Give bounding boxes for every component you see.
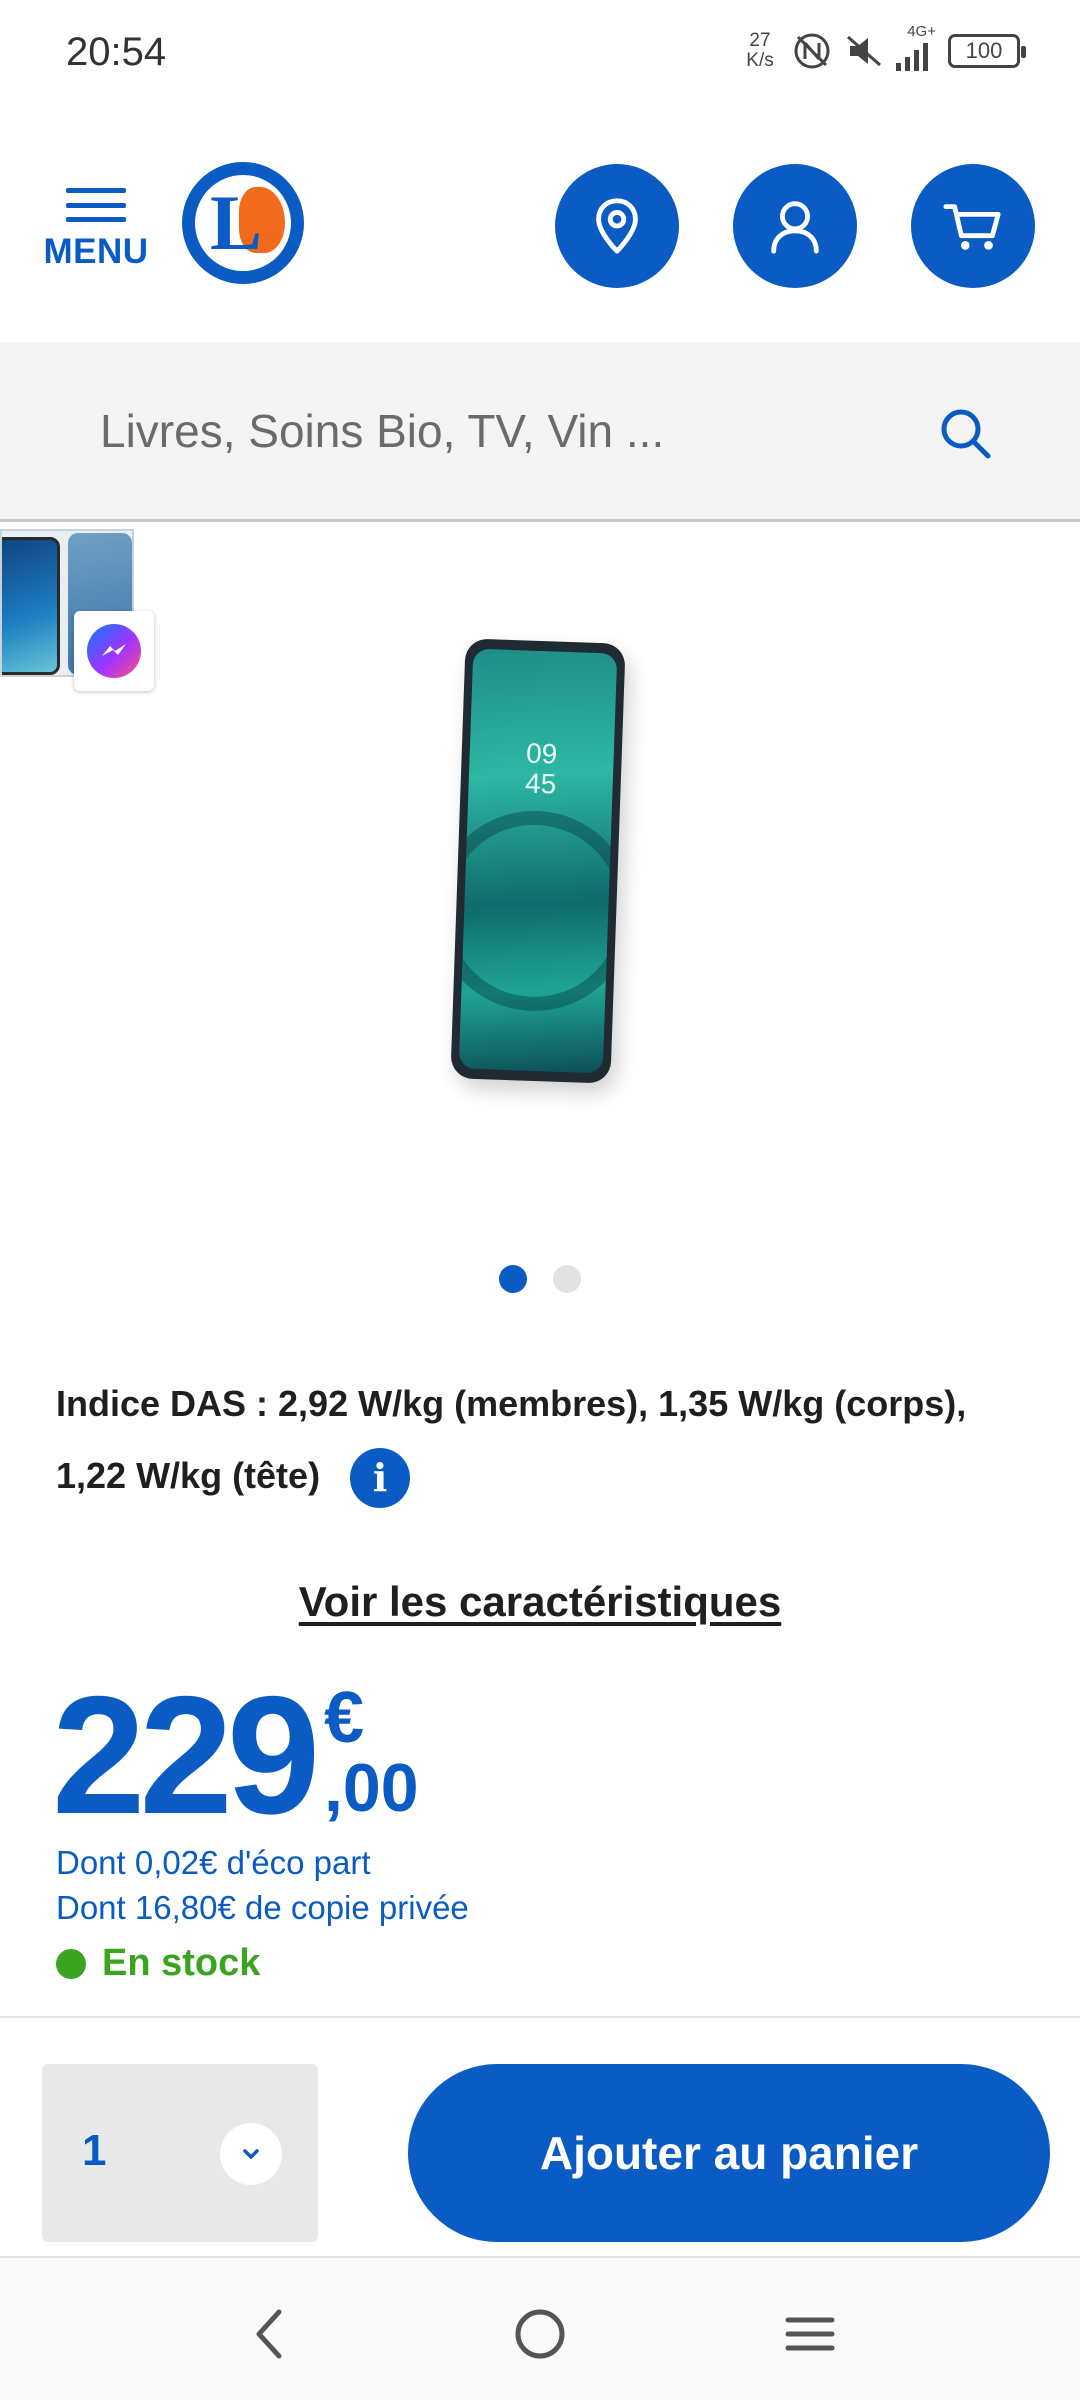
- menu-label: MENU: [43, 232, 149, 271]
- messenger-share-button[interactable]: [74, 611, 154, 691]
- phone-screen-clock: 09 45: [468, 737, 614, 802]
- user-icon: [771, 201, 819, 254]
- nfc-icon: [794, 33, 830, 69]
- network-type: 4G+: [907, 23, 936, 40]
- stock-dot-icon: [56, 1948, 86, 1979]
- carousel-indicator: [0, 1265, 1080, 1295]
- stock-status: En stock: [56, 1942, 260, 1985]
- battery-level: 100: [965, 38, 1003, 63]
- add-to-cart-button[interactable]: Ajouter au panier: [408, 2064, 1050, 2242]
- das-info: Indice DAS : 2,92 W/kg (membres), 1,35 W…: [56, 1368, 986, 1512]
- carousel-dot[interactable]: [553, 1265, 581, 1293]
- battery-icon: 100: [948, 34, 1026, 68]
- signal-icon: 4G+: [896, 23, 936, 71]
- price-currency: €: [324, 1678, 365, 1758]
- brand-logo[interactable]: L: [182, 162, 304, 284]
- status-icons: 27 K/s 4G+ 100: [740, 23, 1026, 76]
- private-copy-text: Dont 16,80€ de copie privée: [56, 1889, 469, 1926]
- back-icon: [256, 2309, 282, 2359]
- specs-link[interactable]: Voir les caractéristiques: [0, 1578, 1080, 1626]
- menu-button[interactable]: MENU: [40, 188, 152, 272]
- network-speed-value: 27: [749, 30, 771, 51]
- eco-part-text: Dont 0,02€ d'éco part: [56, 1844, 371, 1881]
- cart-button[interactable]: [911, 164, 1035, 288]
- hamburger-icon: [66, 188, 126, 222]
- status-bar: 20:54 27 K/s 4G+ 100: [0, 0, 1080, 100]
- info-icon[interactable]: i: [350, 1448, 411, 1509]
- price-decimal: ,00: [324, 1750, 419, 1826]
- store-locator-button[interactable]: [555, 164, 679, 288]
- network-speed: 27 K/s: [740, 31, 780, 71]
- search-bar: [0, 342, 1080, 522]
- quantity-value: 1: [82, 2126, 107, 2175]
- search-input[interactable]: [0, 342, 1080, 519]
- account-button[interactable]: [733, 164, 857, 288]
- system-nav-bar: [0, 2258, 1080, 2400]
- home-button[interactable]: [500, 2294, 580, 2374]
- messenger-icon: [87, 624, 141, 678]
- location-pin-icon: [596, 198, 638, 254]
- phone-clock-minute: 45: [524, 767, 557, 800]
- search-icon[interactable]: [936, 404, 994, 462]
- product-image: 09 45: [450, 638, 626, 1084]
- quantity-select[interactable]: 1: [42, 2064, 318, 2242]
- brand-logo-letter: L: [209, 179, 263, 266]
- price-details: Dont 0,02€ d'éco part Dont 16,80€ de cop…: [56, 1840, 469, 1930]
- status-time: 20:54: [66, 30, 167, 74]
- chevron-down-icon: [220, 2123, 282, 2185]
- stock-label: En stock: [102, 1942, 261, 1984]
- recents-button[interactable]: [770, 2294, 850, 2374]
- home-icon: [515, 2309, 565, 2359]
- das-text: Indice DAS : 2,92 W/kg (membres), 1,35 W…: [56, 1383, 967, 1496]
- back-button[interactable]: [230, 2294, 310, 2374]
- carousel-dot-active[interactable]: [499, 1265, 527, 1293]
- network-speed-unit: K/s: [746, 50, 774, 71]
- mute-icon: [847, 35, 881, 67]
- app-header: MENU L: [0, 100, 1080, 340]
- purchase-bar: 1 Ajouter au panier: [0, 2016, 1080, 2258]
- price-integer: 229: [52, 1661, 320, 1849]
- cart-icon: [943, 204, 1001, 250]
- recents-icon: [785, 2317, 835, 2351]
- product-gallery[interactable]: 09 45: [0, 525, 1080, 1293]
